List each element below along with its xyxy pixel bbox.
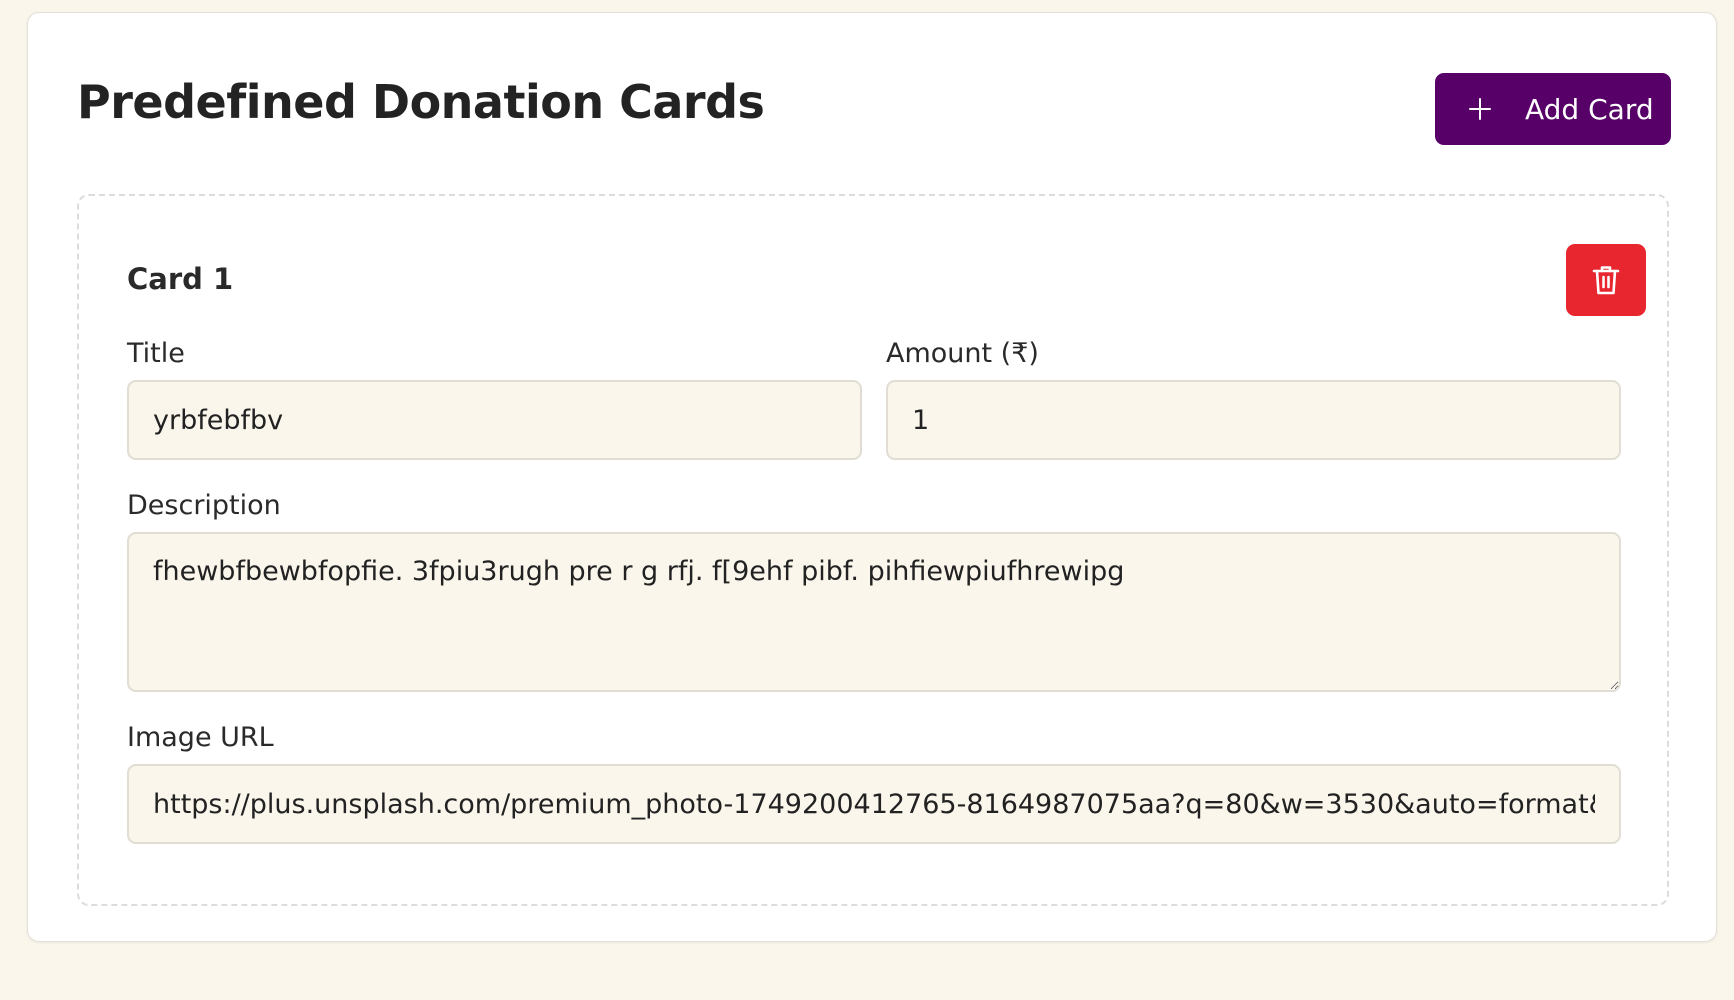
plus-icon [1469,98,1491,120]
description-textarea[interactable]: fhewbfbewbfopfie. 3fpiu3rugh pre r g rfj… [127,532,1621,692]
card-title: Card 1 [127,262,234,296]
amount-label: Amount (₹) [886,338,1039,369]
description-label: Description [127,490,281,521]
add-card-label: Add Card [1525,92,1654,126]
image-url-label: Image URL [127,722,274,753]
trash-icon [1592,266,1620,295]
donation-cards-panel: Predefined Donation Cards Add Card Card … [27,12,1717,942]
image-url-input[interactable] [127,764,1621,844]
delete-card-button[interactable] [1566,244,1646,316]
page-title: Predefined Donation Cards [77,75,765,129]
title-label: Title [127,338,185,369]
add-card-button[interactable]: Add Card [1435,73,1671,145]
donation-card: Card 1 Title Amount (₹) Description fhew… [77,194,1669,906]
amount-input[interactable] [886,380,1621,460]
title-input[interactable] [127,380,862,460]
